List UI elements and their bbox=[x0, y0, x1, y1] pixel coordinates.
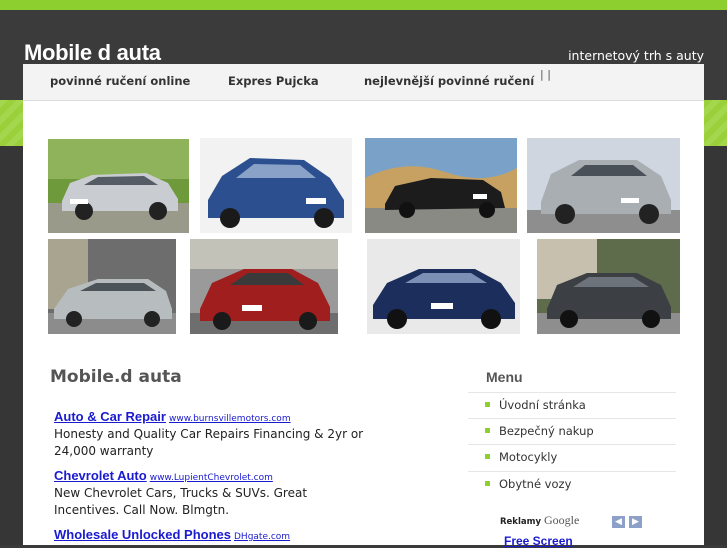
bullet-icon bbox=[485, 454, 490, 459]
bullet-icon bbox=[485, 481, 490, 486]
bullet-icon bbox=[485, 428, 490, 433]
divider bbox=[468, 392, 676, 393]
ad-block: Chevrolet Auto www.LupientChevrolet.com N… bbox=[54, 468, 364, 519]
sidebar-item-bezpecny-nakup[interactable]: Bezpečný nakup bbox=[485, 424, 594, 438]
car-photo[interactable] bbox=[48, 239, 176, 334]
top-nav: povinné ručení online Expres Pujcka nejl… bbox=[23, 64, 704, 101]
ad-description: Honesty and Quality Car Repairs Financin… bbox=[54, 427, 364, 458]
page-title: Mobile.d auta bbox=[50, 367, 182, 387]
nav-item-nejlevnejsi-povinne-ruceni[interactable]: nejlevnější povinné ručení bbox=[364, 74, 534, 88]
car-photo[interactable] bbox=[527, 138, 680, 233]
sidebar-item-label: Obytné vozy bbox=[499, 477, 572, 491]
ad-block: Auto & Car Repair www.burnsvillemotors.co… bbox=[54, 409, 364, 460]
ad-url-link[interactable]: www.LupientChevrolet.com bbox=[150, 473, 273, 483]
car-photo[interactable] bbox=[537, 239, 680, 334]
sidebar-item-label: Úvodní stránka bbox=[499, 398, 586, 412]
sidebar-item-label: Bezpečný nakup bbox=[499, 424, 594, 438]
car-photo[interactable] bbox=[48, 139, 189, 233]
divider bbox=[468, 471, 676, 472]
car-photo[interactable] bbox=[190, 239, 338, 334]
ad-title-link[interactable]: Auto & Car Repair bbox=[54, 409, 166, 424]
bullet-icon bbox=[485, 402, 490, 407]
sidebar-item-motocykly[interactable]: Motocykly bbox=[485, 450, 557, 464]
ad-block: Wholesale Unlocked Phones DHgate.com bbox=[54, 527, 364, 542]
ad-url-link[interactable]: www.burnsvillemotors.com bbox=[169, 414, 291, 424]
car-photo[interactable] bbox=[367, 239, 520, 334]
sidebar-menu-title: Menu bbox=[486, 369, 523, 385]
divider bbox=[468, 418, 676, 419]
nav-separator: | | bbox=[540, 68, 551, 81]
nav-item-povinne-ruceni-online[interactable]: povinné ručení online bbox=[50, 74, 190, 88]
ads-label: Reklamy bbox=[500, 517, 542, 527]
ad-title-link[interactable]: Wholesale Unlocked Phones bbox=[54, 527, 231, 542]
car-photo[interactable] bbox=[365, 138, 517, 233]
content-area: povinné ručení online Expres Pujcka nejl… bbox=[23, 64, 704, 548]
ad-description: New Chevrolet Cars, Trucks & SUVs. Great… bbox=[54, 486, 308, 517]
google-logo: Google bbox=[543, 513, 580, 527]
site-title[interactable]: Mobile d auta bbox=[24, 40, 161, 66]
chevron-left-icon[interactable]: ◀ bbox=[612, 516, 625, 528]
car-photo[interactable] bbox=[200, 138, 352, 233]
divider bbox=[468, 444, 676, 445]
site-tagline: internetový trh s auty bbox=[568, 48, 704, 63]
chevron-right-icon[interactable]: ▶ bbox=[629, 516, 642, 528]
sidebar-item-label: Motocykly bbox=[499, 450, 558, 464]
top-accent-bar bbox=[0, 0, 727, 10]
nav-item-expres-pujcka[interactable]: Expres Pujcka bbox=[228, 74, 319, 88]
ad-url-link[interactable]: DHgate.com bbox=[234, 532, 290, 542]
sidebar-item-uvodni-stranka[interactable]: Úvodní stránka bbox=[485, 398, 586, 412]
ads-by-google-label[interactable]: Reklamy Google bbox=[500, 513, 579, 528]
sidebar-item-obytne-vozy[interactable]: Obytné vozy bbox=[485, 477, 571, 491]
sidebar-ad-link[interactable]: Free Screen bbox=[504, 534, 573, 548]
ad-title-link[interactable]: Chevrolet Auto bbox=[54, 468, 147, 483]
